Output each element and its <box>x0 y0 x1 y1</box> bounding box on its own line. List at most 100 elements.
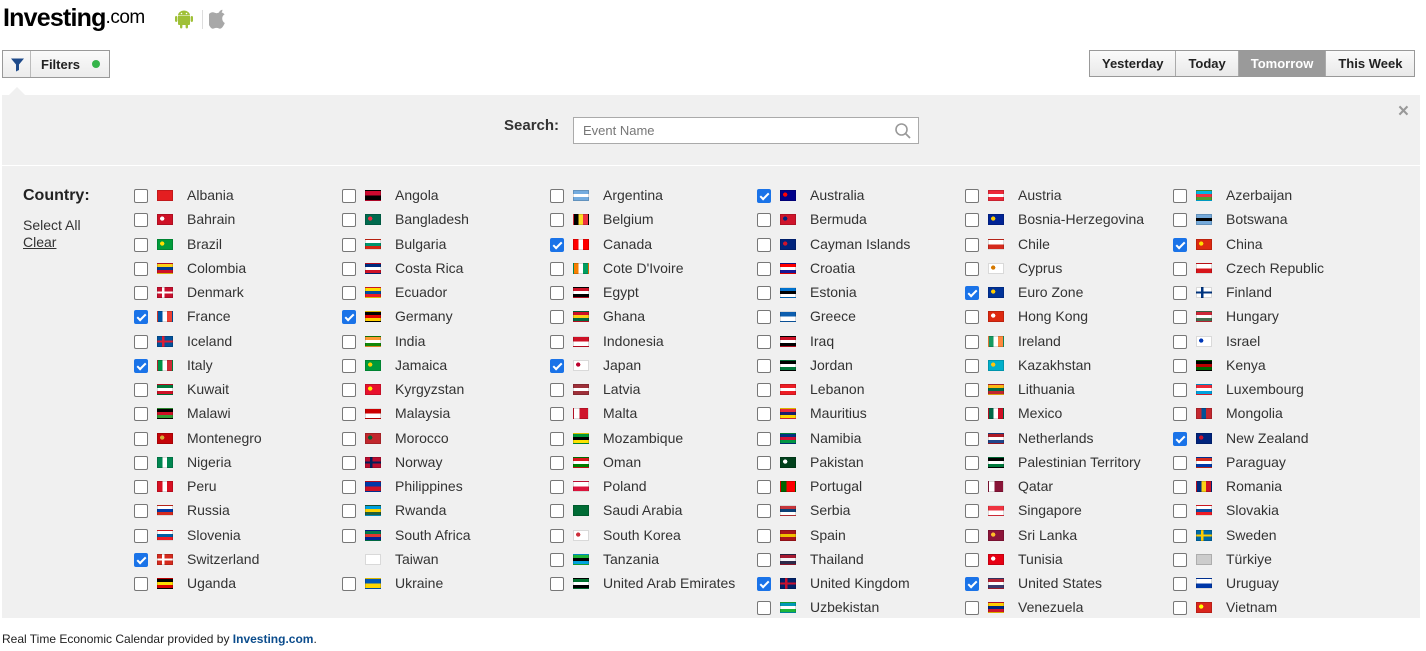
country-checkbox-luxembourg[interactable] <box>1173 383 1187 397</box>
country-checkbox-tunisia[interactable] <box>965 553 979 567</box>
country-item-kazakhstan[interactable]: Kazakhstan <box>965 356 1168 376</box>
country-item-cayman-islands[interactable]: Cayman Islands <box>757 235 960 255</box>
country-checkbox-cyprus[interactable] <box>965 262 979 276</box>
country-item-vietnam[interactable]: Vietnam <box>1173 598 1376 618</box>
country-checkbox-canada[interactable] <box>550 238 564 252</box>
country-checkbox-bahrain[interactable] <box>134 213 148 227</box>
country-item-switzerland[interactable]: Switzerland <box>134 550 337 570</box>
country-item-angola[interactable]: Angola <box>342 186 545 206</box>
country-checkbox-india[interactable] <box>342 335 356 349</box>
country-item-iceland[interactable]: Iceland <box>134 332 337 352</box>
country-item-france[interactable]: France <box>134 307 337 327</box>
country-item-hungary[interactable]: Hungary <box>1173 307 1376 327</box>
country-item-albania[interactable]: Albania <box>134 186 337 206</box>
android-icon[interactable] <box>175 9 193 29</box>
country-checkbox-vietnam[interactable] <box>1173 601 1187 615</box>
country-checkbox-tanzania[interactable] <box>550 553 564 567</box>
country-checkbox-morocco[interactable] <box>342 432 356 446</box>
country-item-ukraine[interactable]: Ukraine <box>342 574 545 594</box>
country-checkbox-italy[interactable] <box>134 359 148 373</box>
country-item-rwanda[interactable]: Rwanda <box>342 501 545 521</box>
country-item-cyprus[interactable]: Cyprus <box>965 259 1168 279</box>
country-checkbox-lebanon[interactable] <box>757 383 771 397</box>
country-item-south-korea[interactable]: South Korea <box>550 526 753 546</box>
country-item-iraq[interactable]: Iraq <box>757 332 960 352</box>
country-item-bangladesh[interactable]: Bangladesh <box>342 210 545 230</box>
country-item-kuwait[interactable]: Kuwait <box>134 380 337 400</box>
footer-investing-link[interactable]: Investing.com <box>233 632 314 646</box>
country-checkbox-jamaica[interactable] <box>342 359 356 373</box>
select-all-link[interactable]: Select All <box>23 217 81 233</box>
country-item-denmark[interactable]: Denmark <box>134 283 337 303</box>
country-checkbox-malta[interactable] <box>550 407 564 421</box>
country-item-hong-kong[interactable]: Hong Kong <box>965 307 1168 327</box>
country-item-uzbekistan[interactable]: Uzbekistan <box>757 598 960 618</box>
country-item-tunisia[interactable]: Tunisia <box>965 550 1168 570</box>
country-item-norway[interactable]: Norway <box>342 453 545 473</box>
country-item-russia[interactable]: Russia <box>134 501 337 521</box>
country-checkbox-kenya[interactable] <box>1173 359 1187 373</box>
country-checkbox-kuwait[interactable] <box>134 383 148 397</box>
country-checkbox-united-arab-emirates[interactable] <box>550 577 564 591</box>
country-item-brazil[interactable]: Brazil <box>134 235 337 255</box>
country-item-sweden[interactable]: Sweden <box>1173 526 1376 546</box>
country-checkbox-philippines[interactable] <box>342 480 356 494</box>
country-checkbox-cote-d-ivoire[interactable] <box>550 262 564 276</box>
country-checkbox-norway[interactable] <box>342 456 356 470</box>
country-checkbox-france[interactable] <box>134 310 148 324</box>
country-checkbox-sri-lanka[interactable] <box>965 529 979 543</box>
country-checkbox-azerbaijan[interactable] <box>1173 189 1187 203</box>
country-checkbox-ecuador[interactable] <box>342 286 356 300</box>
country-checkbox-bermuda[interactable] <box>757 213 771 227</box>
country-item-euro-zone[interactable]: Euro Zone <box>965 283 1168 303</box>
country-item-paraguay[interactable]: Paraguay <box>1173 453 1376 473</box>
country-checkbox-kyrgyzstan[interactable] <box>342 383 356 397</box>
country-item-t-rkiye[interactable]: Türkiye <box>1173 550 1376 570</box>
country-item-latvia[interactable]: Latvia <box>550 380 753 400</box>
country-checkbox-israel[interactable] <box>1173 335 1187 349</box>
country-item-portugal[interactable]: Portugal <box>757 477 960 497</box>
country-item-sri-lanka[interactable]: Sri Lanka <box>965 526 1168 546</box>
country-checkbox-qatar[interactable] <box>965 480 979 494</box>
country-item-mexico[interactable]: Mexico <box>965 404 1168 424</box>
search-icon[interactable] <box>894 122 912 140</box>
country-checkbox-croatia[interactable] <box>757 262 771 276</box>
country-checkbox-ireland[interactable] <box>965 335 979 349</box>
country-item-costa-rica[interactable]: Costa Rica <box>342 259 545 279</box>
country-item-israel[interactable]: Israel <box>1173 332 1376 352</box>
country-item-estonia[interactable]: Estonia <box>757 283 960 303</box>
country-checkbox-cayman-islands[interactable] <box>757 238 771 252</box>
country-checkbox-peru[interactable] <box>134 480 148 494</box>
country-checkbox-argentina[interactable] <box>550 189 564 203</box>
country-checkbox-ukraine[interactable] <box>342 577 356 591</box>
country-checkbox-rwanda[interactable] <box>342 504 356 518</box>
country-checkbox-sweden[interactable] <box>1173 529 1187 543</box>
country-checkbox-iceland[interactable] <box>134 335 148 349</box>
tab-today[interactable]: Today <box>1176 51 1239 76</box>
country-checkbox-uruguay[interactable] <box>1173 577 1187 591</box>
country-checkbox-t-rkiye[interactable] <box>1173 553 1187 567</box>
country-checkbox-egypt[interactable] <box>550 286 564 300</box>
country-item-united-states[interactable]: United States <box>965 574 1168 594</box>
country-checkbox-venezuela[interactable] <box>965 601 979 615</box>
country-item-bermuda[interactable]: Bermuda <box>757 210 960 230</box>
country-item-peru[interactable]: Peru <box>134 477 337 497</box>
country-item-palestinian-territory[interactable]: Palestinian Territory <box>965 453 1168 473</box>
country-item-malaysia[interactable]: Malaysia <box>342 404 545 424</box>
country-checkbox-palestinian-territory[interactable] <box>965 456 979 470</box>
country-item-mongolia[interactable]: Mongolia <box>1173 404 1376 424</box>
country-item-saudi-arabia[interactable]: Saudi Arabia <box>550 501 753 521</box>
country-item-serbia[interactable]: Serbia <box>757 501 960 521</box>
country-item-mozambique[interactable]: Mozambique <box>550 429 753 449</box>
country-item-australia[interactable]: Australia <box>757 186 960 206</box>
country-item-cote-d-ivoire[interactable]: Cote D'Ivoire <box>550 259 753 279</box>
country-item-jordan[interactable]: Jordan <box>757 356 960 376</box>
clear-link[interactable]: Clear <box>23 234 56 250</box>
country-checkbox-estonia[interactable] <box>757 286 771 300</box>
country-checkbox-bangladesh[interactable] <box>342 213 356 227</box>
country-item-india[interactable]: India <box>342 332 545 352</box>
country-checkbox-singapore[interactable] <box>965 504 979 518</box>
country-item-czech-republic[interactable]: Czech Republic <box>1173 259 1376 279</box>
country-checkbox-australia[interactable] <box>757 189 771 203</box>
country-item-chile[interactable]: Chile <box>965 235 1168 255</box>
